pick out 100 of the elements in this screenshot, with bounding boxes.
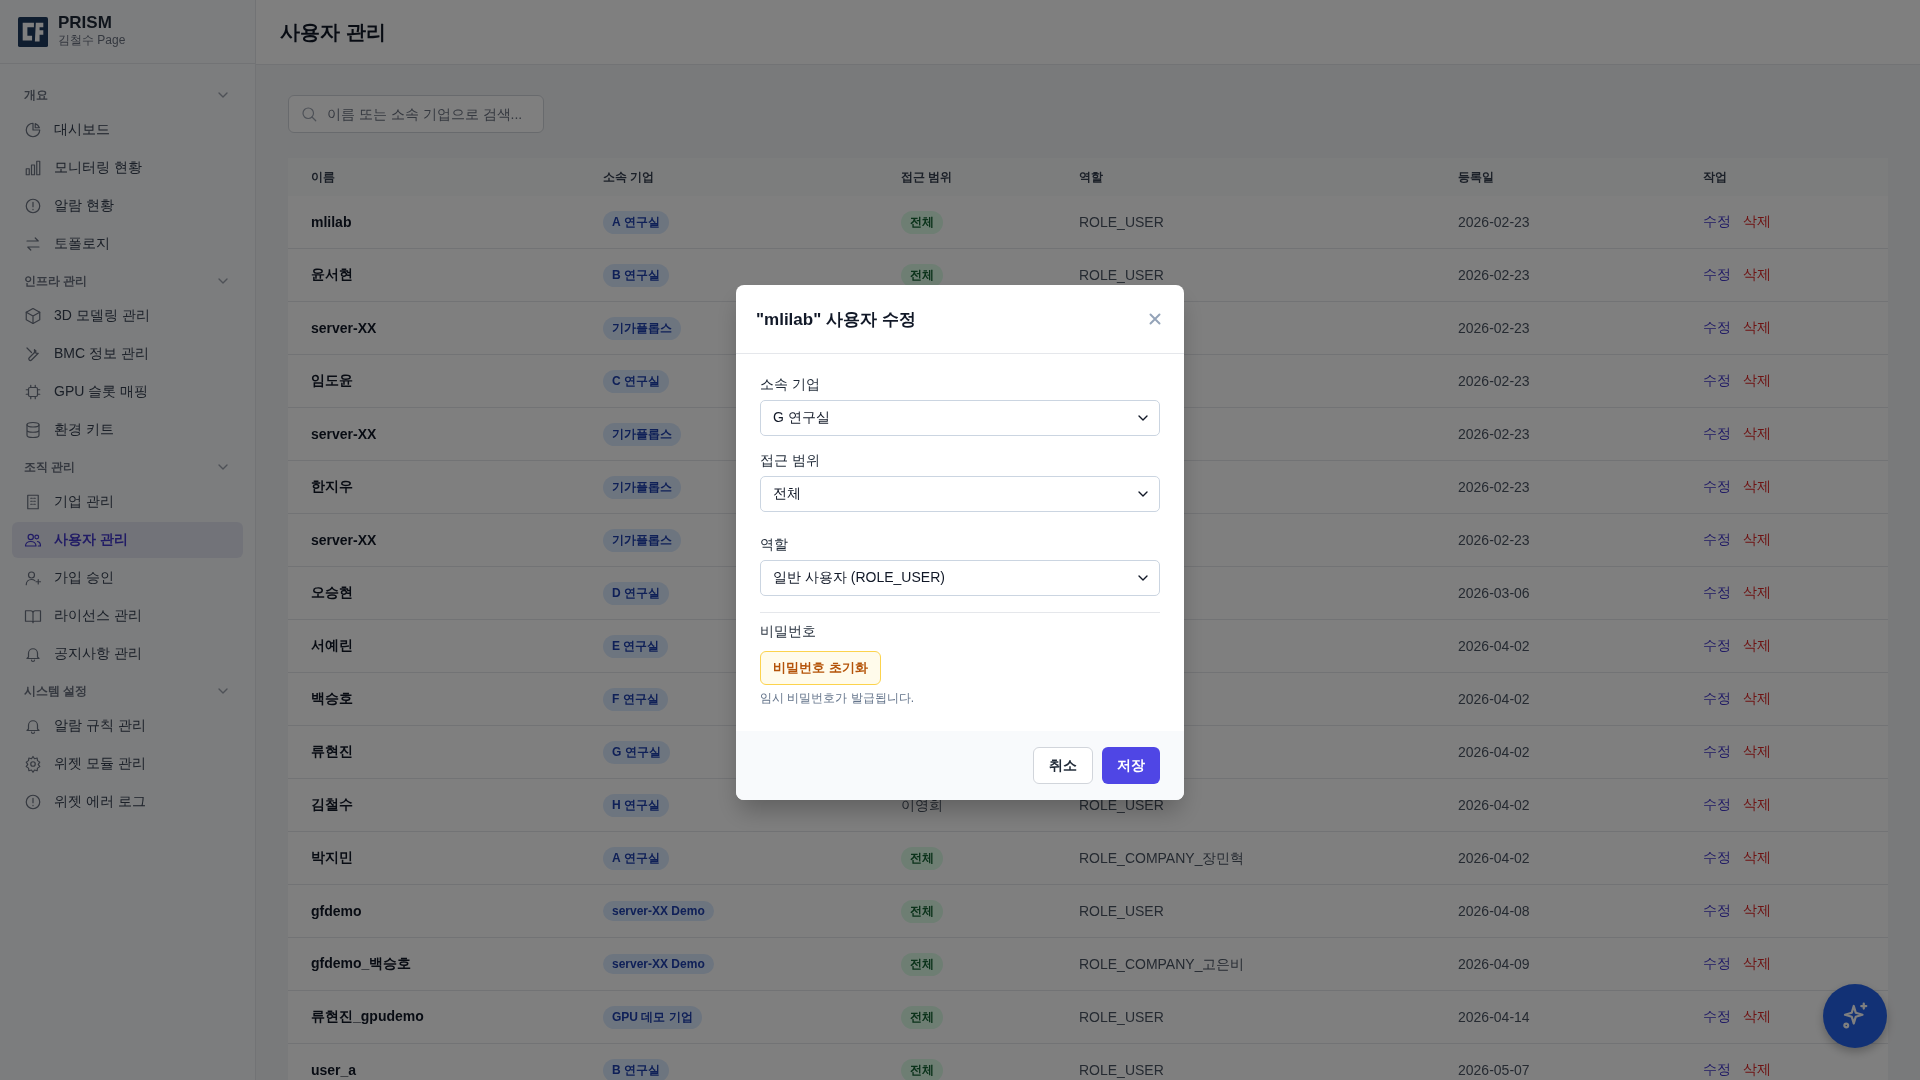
edit-link[interactable]: 수정 — [1703, 319, 1731, 337]
role-text: ROLE_USER — [1079, 1010, 1164, 1025]
delete-link[interactable]: 삭제 — [1743, 531, 1771, 549]
section-toggle[interactable]: 인프라 관리 — [12, 264, 243, 298]
pie-chart-icon — [24, 121, 42, 139]
sidebar-item[interactable]: 공지사항 관리 — [12, 636, 243, 672]
role-text: ROLE_USER — [1079, 1063, 1164, 1078]
sidebar-item[interactable]: 모니터링 현황 — [12, 150, 243, 186]
reset-password-button[interactable]: 비밀번호 초기화 — [760, 651, 881, 685]
edit-link[interactable]: 수정 — [1703, 213, 1731, 231]
edit-link[interactable]: 수정 — [1703, 902, 1731, 920]
delete-link[interactable]: 삭제 — [1743, 425, 1771, 443]
column-header: 이름 — [311, 168, 336, 186]
delete-link[interactable]: 삭제 — [1743, 849, 1771, 867]
date-text: 2026-04-02 — [1458, 851, 1530, 866]
users-icon — [24, 531, 42, 549]
delete-link[interactable]: 삭제 — [1743, 637, 1771, 655]
select-field[interactable]: G 연구실 — [760, 400, 1160, 436]
access-tag: 전체 — [901, 1005, 943, 1029]
field-label: 비밀번호 — [760, 623, 817, 641]
user-name: gfdemo_백승호 — [311, 955, 412, 971]
sidebar-item[interactable]: 대시보드 — [12, 112, 243, 148]
delete-link[interactable]: 삭제 — [1743, 1008, 1771, 1026]
delete-link[interactable]: 삭제 — [1743, 266, 1771, 284]
date-text: 2026-02-23 — [1458, 480, 1530, 495]
delete-link[interactable]: 삭제 — [1743, 690, 1771, 708]
edit-link[interactable]: 수정 — [1703, 584, 1731, 602]
user-name: 류현진_gpudemo — [311, 1008, 424, 1024]
edit-link[interactable]: 수정 — [1703, 372, 1731, 390]
select-field[interactable]: 전체 — [760, 476, 1160, 512]
column-header: 작업 — [1703, 168, 1728, 186]
date-text: 2026-02-23 — [1458, 215, 1530, 230]
edit-link[interactable]: 수정 — [1703, 1008, 1731, 1026]
company-tag: H 연구실 — [603, 793, 669, 817]
section-toggle[interactable]: 조직 관리 — [12, 450, 243, 484]
sidebar-item[interactable]: 알람 현황 — [12, 188, 243, 224]
brand-name: PRISM — [58, 13, 113, 33]
edit-link[interactable]: 수정 — [1703, 266, 1731, 284]
user-name: user_a — [311, 1062, 357, 1078]
date-text: 2026-04-02 — [1458, 798, 1530, 813]
sidebar-item[interactable]: 환경 키트 — [12, 412, 243, 448]
settings-icon — [24, 755, 42, 773]
edit-link[interactable]: 수정 — [1703, 743, 1731, 761]
field-label: 접근 범위 — [760, 452, 821, 470]
field-label: 역할 — [760, 536, 789, 554]
sidebar-item[interactable]: 사용자 관리 — [12, 522, 243, 558]
delete-link[interactable]: 삭제 — [1743, 584, 1771, 602]
sidebar-item[interactable]: 위젯 에러 로그 — [12, 784, 243, 820]
company-tag: 기가플롭스 — [603, 475, 681, 499]
sidebar-item[interactable]: 3D 모델링 관리 — [12, 298, 243, 334]
access-tag: 전체 — [901, 263, 943, 287]
user-name: 백승호 — [311, 690, 353, 706]
sidebar-item[interactable]: 라이선스 관리 — [12, 598, 243, 634]
alert-circle-icon — [24, 197, 42, 215]
sidebar-item[interactable]: 알람 규칙 관리 — [12, 708, 243, 744]
delete-link[interactable]: 삭제 — [1743, 1061, 1771, 1079]
select-field[interactable]: 일반 사용자 (ROLE_USER) — [760, 560, 1160, 596]
edit-link[interactable]: 수정 — [1703, 531, 1731, 549]
delete-link[interactable]: 삭제 — [1743, 372, 1771, 390]
company-tag: C 연구실 — [603, 369, 669, 393]
section-toggle[interactable]: 시스템 설정 — [12, 674, 243, 708]
hint-text: 임시 비밀번호가 발급됩니다. — [760, 690, 915, 707]
edit-link[interactable]: 수정 — [1703, 478, 1731, 496]
edit-link[interactable]: 수정 — [1703, 955, 1731, 973]
sidebar-item[interactable]: 위젯 모듈 관리 — [12, 746, 243, 782]
sidebar-item[interactable]: 토폴로지 — [12, 226, 243, 262]
brand-subtitle: 김철수 Page — [58, 32, 126, 50]
sidebar-item[interactable]: 기업 관리 — [12, 484, 243, 520]
section-toggle[interactable]: 개요 — [12, 78, 243, 112]
edit-link[interactable]: 수정 — [1703, 637, 1731, 655]
sidebar-item[interactable]: BMC 정보 관리 — [12, 336, 243, 372]
page-title: 사용자 관리 — [280, 19, 386, 45]
user-name: 류현진 — [311, 743, 353, 759]
edit-link[interactable]: 수정 — [1703, 1061, 1731, 1079]
delete-link[interactable]: 삭제 — [1743, 902, 1771, 920]
delete-link[interactable]: 삭제 — [1743, 796, 1771, 814]
sidebar-item[interactable]: 가입 승인 — [12, 560, 243, 596]
sidebar-item[interactable]: GPU 슬롯 매핑 — [12, 374, 243, 410]
edit-link[interactable]: 수정 — [1703, 849, 1731, 867]
user-name: 오승현 — [311, 584, 353, 600]
user-name: 윤서현 — [311, 266, 353, 282]
delete-link[interactable]: 삭제 — [1743, 213, 1771, 231]
access-tag: 전체 — [901, 1058, 943, 1080]
field-label: 소속 기업 — [760, 376, 821, 394]
company-tag: D 연구실 — [603, 581, 669, 605]
date-text: 2026-04-08 — [1458, 904, 1530, 919]
save-button[interactable]: 저장 — [1102, 747, 1160, 784]
date-text: 2026-04-02 — [1458, 639, 1530, 654]
cancel-button[interactable]: 취소 — [1033, 747, 1093, 784]
delete-link[interactable]: 삭제 — [1743, 955, 1771, 973]
company-tag: A 연구실 — [603, 210, 669, 234]
database-icon — [24, 421, 42, 439]
delete-link[interactable]: 삭제 — [1743, 743, 1771, 761]
delete-link[interactable]: 삭제 — [1743, 319, 1771, 337]
edit-link[interactable]: 수정 — [1703, 796, 1731, 814]
search-field[interactable]: 이름 또는 소속 기업으로 검색... — [288, 95, 544, 133]
edit-link[interactable]: 수정 — [1703, 425, 1731, 443]
close-icon[interactable] — [1146, 310, 1164, 328]
edit-link[interactable]: 수정 — [1703, 690, 1731, 708]
delete-link[interactable]: 삭제 — [1743, 478, 1771, 496]
